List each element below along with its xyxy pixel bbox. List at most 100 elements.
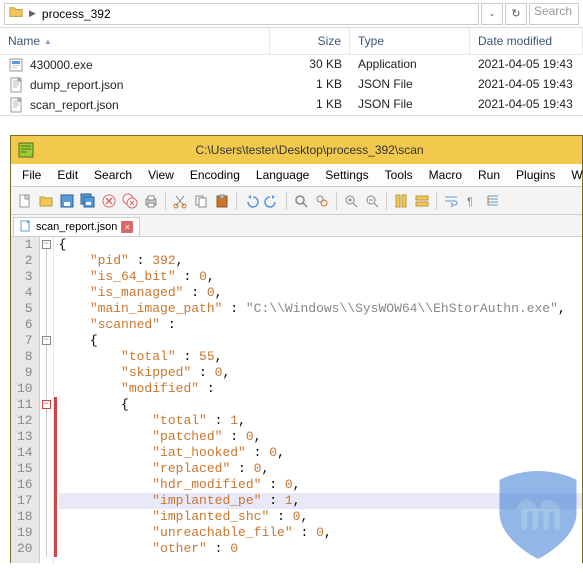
file-name: dump_report.json — [30, 78, 123, 92]
file-date: 2021-04-05 19:43 — [470, 55, 583, 75]
code-line[interactable]: "is_managed" : 0, — [59, 285, 582, 301]
menu-edit[interactable]: Edit — [50, 166, 85, 184]
menu-settings[interactable]: Settings — [318, 166, 375, 184]
menu-encoding[interactable]: Encoding — [183, 166, 247, 184]
file-date: 2021-04-05 19:43 — [470, 75, 583, 95]
zoom-in-button[interactable] — [341, 191, 361, 211]
code-area[interactable]: { "pid" : 392, "is_64_bit" : 0, "is_mana… — [57, 237, 582, 563]
menu-search[interactable]: Search — [87, 166, 139, 184]
cut-button[interactable] — [170, 191, 190, 211]
code-line[interactable]: "modified" : — [59, 381, 582, 397]
code-line[interactable]: "implanted_pe" : 1, — [59, 493, 582, 509]
new-file-button[interactable] — [15, 191, 35, 211]
file-list: Name▲ Size Type Date modified 430000.exe… — [0, 28, 583, 115]
wordwrap-button[interactable] — [441, 191, 461, 211]
sync-v-button[interactable] — [391, 191, 411, 211]
file-type: JSON File — [350, 95, 470, 115]
paste-button[interactable] — [212, 191, 232, 211]
dropdown-button[interactable]: ⌄ — [481, 3, 503, 25]
menu-window[interactable]: Window — [564, 166, 583, 184]
fold-column[interactable]: − − − — [40, 237, 54, 563]
chevron-down-icon: ⌄ — [489, 9, 496, 18]
sort-asc-icon: ▲ — [44, 37, 52, 46]
code-line[interactable]: "iat_hooked" : 0, — [59, 445, 582, 461]
menu-run[interactable]: Run — [471, 166, 507, 184]
refresh-button[interactable]: ↻ — [505, 3, 527, 25]
file-type: JSON File — [350, 75, 470, 95]
save-all-button[interactable] — [78, 191, 98, 211]
undo-button[interactable] — [241, 191, 261, 211]
code-line[interactable]: "other" : 0 — [59, 541, 582, 557]
print-button[interactable] — [141, 191, 161, 211]
code-line[interactable]: "implanted_shc" : 0, — [59, 509, 582, 525]
app-logo-icon — [17, 141, 35, 159]
code-line[interactable]: { — [59, 397, 582, 413]
title-bar[interactable]: C:\Users\tester\Desktop\process_392\scan — [11, 136, 582, 164]
code-line[interactable]: "total" : 55, — [59, 349, 582, 365]
breadcrumb[interactable]: ▶ process_392 — [4, 3, 479, 25]
exe-icon — [8, 57, 24, 73]
menu-language[interactable]: Language — [249, 166, 316, 184]
tab-close-button[interactable]: × — [121, 221, 133, 233]
file-icon — [20, 220, 32, 235]
col-date-header[interactable]: Date modified — [470, 28, 583, 54]
fold-toggle[interactable]: − — [42, 240, 51, 249]
code-line[interactable]: "unreachable_file" : 0, — [59, 525, 582, 541]
line-numbers: 1234567891011121314151617181920 — [11, 237, 40, 563]
json-file-icon — [8, 77, 24, 93]
file-size: 1 KB — [270, 75, 350, 95]
file-row[interactable]: scan_report.json1 KBJSON File2021-04-05 … — [0, 95, 583, 115]
menu-plugins[interactable]: Plugins — [509, 166, 562, 184]
menu-view[interactable]: View — [141, 166, 181, 184]
menu-macro[interactable]: Macro — [422, 166, 469, 184]
code-line[interactable]: "main_image_path" : "C:\\Windows\\SysWOW… — [59, 301, 582, 317]
sync-h-button[interactable] — [412, 191, 432, 211]
code-line[interactable]: { — [59, 333, 582, 349]
code-line[interactable]: "replaced" : 0, — [59, 461, 582, 477]
code-line[interactable]: "scanned" : — [59, 317, 582, 333]
code-line[interactable]: "is_64_bit" : 0, — [59, 269, 582, 285]
zoom-out-button[interactable] — [362, 191, 382, 211]
tab-label: scan_report.json — [36, 221, 117, 233]
save-button[interactable] — [57, 191, 77, 211]
file-name: scan_report.json — [30, 98, 119, 112]
redo-button[interactable] — [262, 191, 282, 211]
code-line[interactable]: "pid" : 392, — [59, 253, 582, 269]
col-name-header[interactable]: Name▲ — [0, 28, 270, 54]
fold-toggle[interactable]: − — [42, 336, 51, 345]
menu-file[interactable]: File — [15, 166, 48, 184]
editor[interactable]: 1234567891011121314151617181920 − − − { "p… — [11, 237, 582, 563]
code-line[interactable]: { — [59, 237, 582, 253]
code-line[interactable]: "hdr_modified" : 0, — [59, 477, 582, 493]
close-button[interactable] — [99, 191, 119, 211]
title-text: C:\Users\tester\Desktop\process_392\scan — [43, 143, 576, 157]
fold-toggle[interactable]: − — [42, 400, 51, 409]
indent-guide-button[interactable] — [483, 191, 503, 211]
file-row[interactable]: 430000.exe30 KBApplication2021-04-05 19:… — [0, 55, 583, 75]
folder-icon — [9, 5, 23, 22]
replace-button[interactable] — [312, 191, 332, 211]
close-all-button[interactable] — [120, 191, 140, 211]
address-bar: ▶ process_392 ⌄ ↻ Search — [0, 0, 583, 28]
tab-scan-report[interactable]: scan_report.json × — [13, 217, 140, 236]
file-row[interactable]: dump_report.json 1 KBJSON File2021-04-05 … — [0, 75, 583, 95]
all-chars-button[interactable]: ¶ — [462, 191, 482, 211]
menu-bar: FileEditSearchViewEncodingLanguageSettin… — [11, 164, 582, 187]
breadcrumb-segment[interactable]: process_392 — [42, 7, 111, 21]
notepad-plus-plus: C:\Users\tester\Desktop\process_392\scan… — [10, 135, 583, 563]
menu-tools[interactable]: Tools — [378, 166, 420, 184]
col-type-header[interactable]: Type — [350, 28, 470, 54]
toolbar: ¶ — [11, 187, 582, 215]
code-line[interactable]: "patched" : 0, — [59, 429, 582, 445]
file-explorer: ▶ process_392 ⌄ ↻ Search Name▲ Size Type… — [0, 0, 583, 116]
chevron-right-icon[interactable]: ▶ — [29, 8, 36, 19]
code-line[interactable]: "skipped" : 0, — [59, 365, 582, 381]
copy-button[interactable] — [191, 191, 211, 211]
find-button[interactable] — [291, 191, 311, 211]
search-input[interactable]: Search — [529, 3, 579, 25]
code-line[interactable]: "total" : 1, — [59, 413, 582, 429]
open-file-button[interactable] — [36, 191, 56, 211]
tab-bar: scan_report.json × — [11, 215, 582, 237]
refresh-icon: ↻ — [511, 7, 520, 20]
col-size-header[interactable]: Size — [270, 28, 350, 54]
